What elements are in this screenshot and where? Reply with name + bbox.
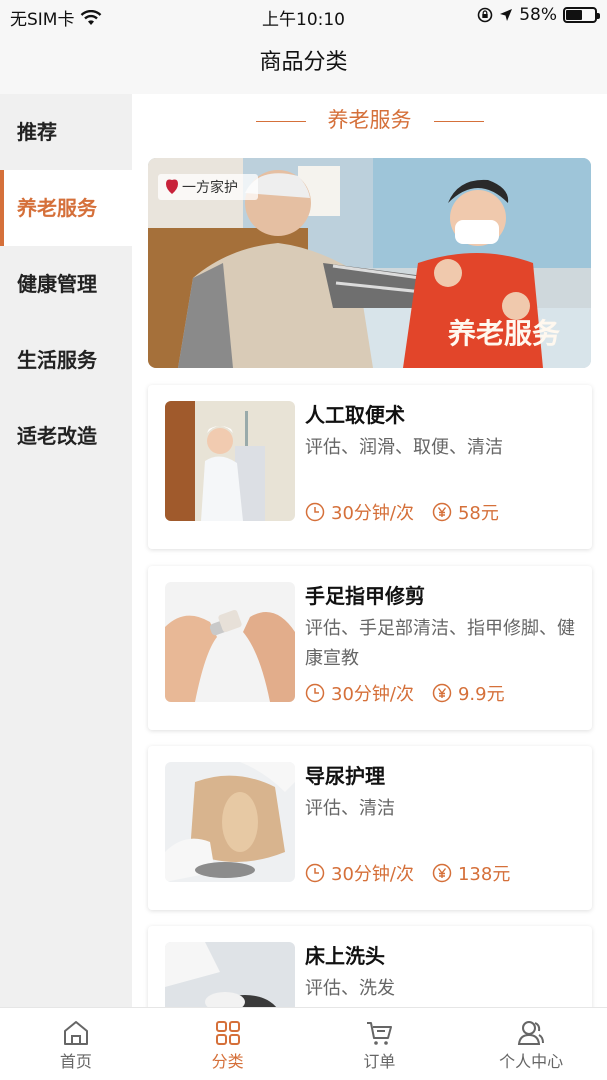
service-card[interactable]: 手足指甲修剪 评估、手足部清洁、指甲修脚、健康宣教 30分钟/次 9.9元 <box>148 566 592 730</box>
divider-right <box>433 120 484 122</box>
service-description: 评估、清洁 <box>305 798 395 819</box>
service-card[interactable]: 人工取便术 评估、润滑、取便、清洁 30分钟/次 58元 <box>148 385 592 549</box>
tab-orders-label: 订单 <box>363 1052 396 1071</box>
service-thumbnail <box>165 942 295 1007</box>
service-thumbnail <box>165 401 295 521</box>
tab-home-label: 首页 <box>59 1052 92 1071</box>
service-description: 评估、润滑、取便、清洁 <box>305 437 503 458</box>
service-description: 评估、洗发 <box>305 978 395 999</box>
sidebar-item-recommend[interactable]: 推荐 <box>0 94 132 170</box>
user-icon <box>518 1021 545 1045</box>
clock-icon <box>305 683 325 703</box>
yuan-icon <box>432 863 452 883</box>
service-description: 评估、手足部清洁、指甲修脚、健康宣教 <box>305 618 575 669</box>
service-card[interactable]: 导尿护理 评估、清洁 30分钟/次 138元 <box>148 746 592 910</box>
service-card[interactable]: 床上洗头 评估、洗发 <box>148 926 592 1007</box>
sidebar-item-home-modification[interactable]: 适老改造 <box>0 398 132 474</box>
rotation-lock-icon <box>477 7 493 23</box>
service-name: 床上洗头 <box>305 944 385 968</box>
tab-category-label: 分类 <box>211 1052 244 1071</box>
divider-left <box>255 120 306 122</box>
tab-orders[interactable]: 订单 <box>304 1008 456 1080</box>
sidebar-item-elderly-care[interactable]: 养老服务 <box>0 170 132 246</box>
service-thumbnail <box>165 762 295 882</box>
service-meta: 30分钟/次 138元 <box>305 860 510 886</box>
service-price: 58元 <box>457 503 499 524</box>
clock-icon <box>305 502 325 522</box>
category-sidebar: 推荐 养老服务 健康管理 生活服务 适老改造 <box>0 94 132 1007</box>
service-name: 手足指甲修剪 <box>305 584 425 608</box>
sidebar-item-life-service[interactable]: 生活服务 <box>0 322 132 398</box>
section-header: 养老服务 <box>132 104 607 136</box>
tab-home[interactable]: 首页 <box>0 1008 152 1080</box>
service-name: 人工取便术 <box>305 403 405 427</box>
service-duration: 30分钟/次 <box>331 503 414 524</box>
yuan-icon <box>432 502 452 522</box>
service-meta: 30分钟/次 9.9元 <box>305 680 505 706</box>
battery-percent: 58% <box>519 5 557 25</box>
service-price: 138元 <box>457 864 511 885</box>
sidebar-item-health[interactable]: 健康管理 <box>0 246 132 322</box>
status-bar: 无SIM卡 上午10:10 58% <box>0 0 607 32</box>
service-duration: 30分钟/次 <box>331 684 414 705</box>
service-thumbnail <box>165 582 295 702</box>
cart-icon <box>367 1022 393 1045</box>
bottom-tab-bar: 首页 分类 订单 个人中心 <box>0 1007 607 1080</box>
service-meta: 30分钟/次 58元 <box>305 499 499 525</box>
banner-logo-text: 一方家护 <box>182 179 238 196</box>
section-title: 养老服务 <box>327 108 412 132</box>
tab-profile[interactable]: 个人中心 <box>455 1008 607 1080</box>
category-content: 养老服务 一方家护 养老服务 人工取便术 评估、润滑、取便、清洁 30分钟/次 … <box>132 94 607 1007</box>
page-title: 商品分类 <box>0 32 607 94</box>
tab-category[interactable]: 分类 <box>152 1008 304 1080</box>
yuan-icon <box>432 683 452 703</box>
service-name: 导尿护理 <box>305 764 385 788</box>
location-icon <box>500 9 513 21</box>
home-icon <box>63 1021 88 1045</box>
grid-icon <box>215 1021 240 1045</box>
banner-overlay-text: 养老服务 <box>448 317 560 350</box>
tab-profile-label: 个人中心 <box>499 1052 564 1071</box>
battery-icon <box>563 7 600 23</box>
clock-icon <box>305 863 325 883</box>
banner-image[interactable]: 一方家护 养老服务 <box>148 158 591 368</box>
service-price: 9.9元 <box>457 684 505 705</box>
service-duration: 30分钟/次 <box>331 864 414 885</box>
